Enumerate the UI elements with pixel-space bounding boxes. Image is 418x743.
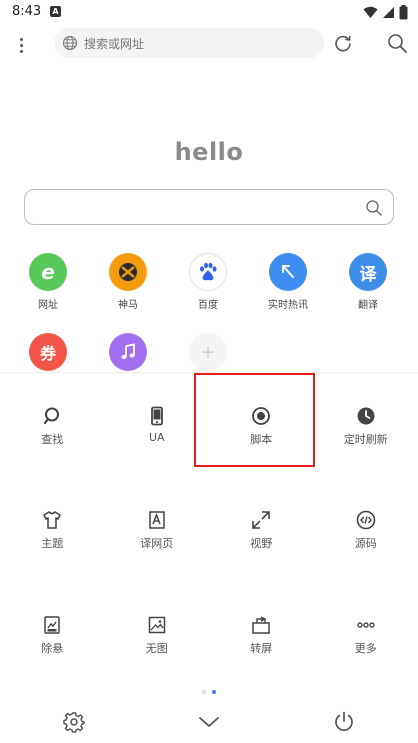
more-icon [357,622,375,628]
quick-links-row: e 网址 神马 百度 实时热讯 译 翻译 [8,253,408,311]
quick-link-coupon[interactable]: 券 [8,333,88,371]
quick-link-wangzhi[interactable]: e 网址 [8,253,88,311]
tool-label: 无图 [145,642,168,655]
translate-icon: 译 [349,253,387,291]
menu-dot-icon [19,43,23,47]
music-note-icon [109,333,147,371]
baidu-paw-icon [189,253,227,291]
notification-icon: A [50,6,61,17]
tool-theme[interactable]: 主题 [0,510,105,551]
menu-dot-icon [19,37,23,41]
quick-link-label: 百度 [198,300,218,311]
expand-icon [252,511,271,529]
tool-label: 查找 [41,433,64,446]
chevron-down-icon[interactable] [198,711,220,733]
page-indicator [0,690,418,694]
source-code-icon [356,510,376,530]
find-icon [44,407,60,425]
quick-links-row: 券 + [8,333,408,371]
quick-link-label: 神马 [118,300,138,311]
quick-link-label: 翻译 [358,300,378,311]
status-icons [363,5,408,20]
menu-dot-icon [19,49,23,53]
quick-link-translate[interactable]: 译 翻译 [328,253,408,311]
tool-no-image[interactable]: 无图 [105,615,210,656]
tshirt-icon [43,511,62,529]
tool-row: 除悬 无图 转屏 更多 [0,615,418,656]
highlight-box [194,373,315,467]
signal-icon [383,7,394,18]
quick-link-baidu[interactable]: 百度 [168,253,248,311]
wifi-icon [363,6,378,18]
tool-label: 转屏 [250,642,273,655]
globe-icon [62,35,78,51]
remove-float-icon [44,616,60,634]
url-bar[interactable]: 搜索或网址 [54,28,324,58]
menu-button[interactable] [12,32,30,58]
translate-page-icon [149,511,165,529]
page-dot-active [212,690,216,694]
tool-label: 除悬 [41,642,64,655]
arrow-icon [269,253,307,291]
quick-link-label: 实时热讯 [268,300,308,311]
tool-source-code[interactable]: 源码 [314,510,418,551]
quick-link-hot-news[interactable]: 实时热讯 [248,253,328,311]
xbox-icon [109,253,147,291]
battery-icon [399,5,408,20]
tool-remove-float[interactable]: 除悬 [0,615,105,656]
tool-label: UA [148,431,165,444]
home-search-input[interactable] [24,189,394,225]
phone-icon [150,406,163,426]
tool-label: 更多 [354,642,377,655]
ie-e-icon: e [29,253,67,291]
quick-link-shenma[interactable]: 神马 [88,253,168,311]
coupon-icon: 券 [29,333,67,371]
quick-link-label: 网址 [38,300,58,311]
quick-link-add[interactable]: + [168,333,248,371]
url-placeholder: 搜索或网址 [84,36,145,51]
tool-view[interactable]: 视野 [209,510,314,551]
top-bar: 搜索或网址 [0,28,418,62]
tool-label: 源码 [354,537,377,550]
settings-gear-icon[interactable] [63,711,85,733]
page-dot-inactive [202,690,206,694]
tool-rotate-screen[interactable]: 转屏 [209,615,314,656]
status-time: 8:43 [12,4,42,19]
search-icon[interactable] [365,199,383,217]
tool-label: 译网页 [140,537,174,550]
quick-link-music[interactable] [88,333,168,371]
refresh-icon[interactable] [332,32,354,54]
rotate-screen-icon [252,616,270,634]
bottom-bar [0,708,418,738]
power-icon[interactable] [333,711,355,733]
tool-more[interactable]: 更多 [314,615,418,656]
home-title: hello [174,138,244,166]
tool-translate-page[interactable]: 译网页 [105,510,210,551]
tool-label: 定时刷新 [343,433,388,446]
tool-timed-refresh[interactable]: 定时刷新 [314,406,418,447]
search-icon[interactable] [386,32,408,54]
tool-row: 主题 译网页 视野 源码 [0,510,418,551]
tool-find[interactable]: 查找 [0,406,105,447]
clock-icon [357,407,375,425]
add-icon: + [189,333,227,371]
tool-label: 主题 [41,537,64,550]
tool-label: 视野 [250,537,273,550]
no-image-icon [148,616,165,634]
status-bar: 8:43 A [0,0,418,26]
